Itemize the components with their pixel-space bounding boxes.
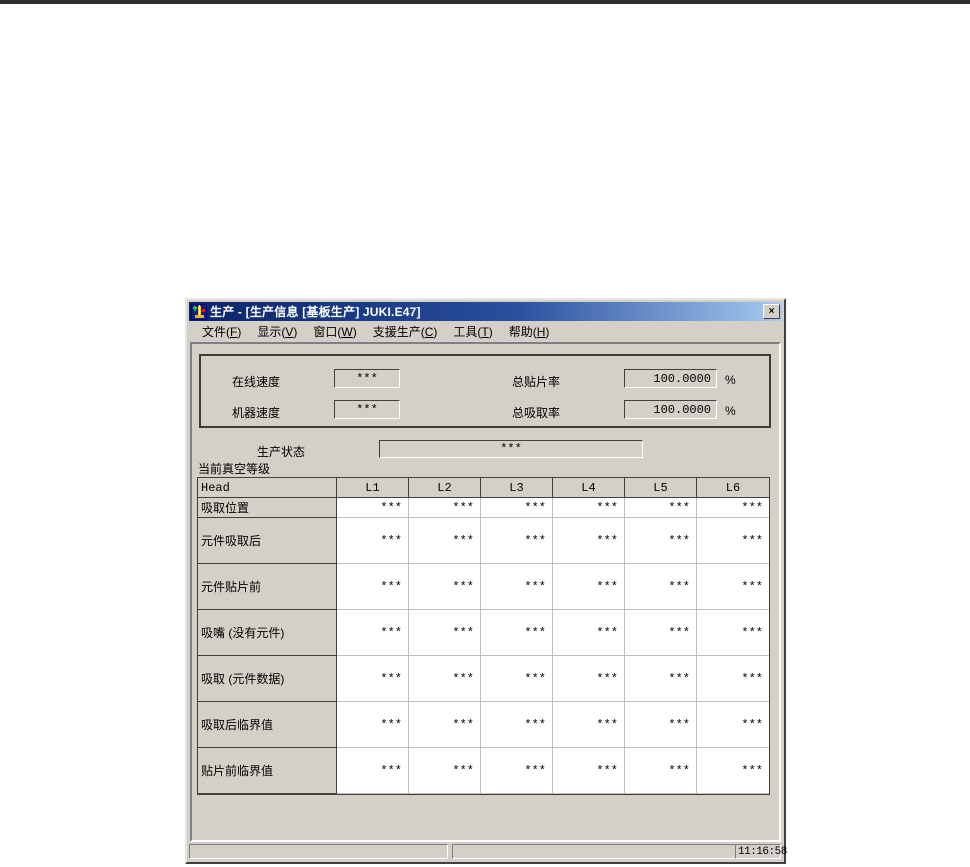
table-row: 元件吸取后 *** *** *** *** *** *** (198, 518, 769, 564)
vacuum-value-cell: *** (409, 748, 481, 794)
machine-speed-field: *** (334, 400, 400, 419)
total-place-rate-unit: % (725, 373, 736, 387)
column-header-l2: L2 (409, 478, 481, 498)
vacuum-value-cell: *** (553, 702, 625, 748)
vacuum-value-cell: *** (553, 610, 625, 656)
production-status-field: *** (379, 440, 643, 458)
total-place-rate-field: 100.0000 (624, 369, 717, 388)
vacuum-level-caption: 当前真空等级 (198, 462, 271, 476)
statusbar: 11:16:58 (189, 843, 787, 860)
vacuum-value-cell: *** (697, 656, 769, 702)
total-place-rate-label: 总贴片率 (512, 375, 561, 389)
vacuum-value-cell: *** (625, 564, 697, 610)
row-label: 元件吸取后 (198, 518, 337, 564)
vacuum-value-cell: *** (481, 564, 553, 610)
vacuum-value-cell: *** (697, 564, 769, 610)
window-title: 生产 - [生产信息 [基板生产] JUKI.E47] (210, 305, 421, 319)
vacuum-value-cell: *** (697, 748, 769, 794)
column-header-l5: L5 (625, 478, 697, 498)
close-button[interactable]: × (763, 304, 780, 319)
vacuum-value-cell: *** (625, 518, 697, 564)
vacuum-value-cell: *** (625, 656, 697, 702)
vacuum-value-cell: *** (553, 748, 625, 794)
vacuum-value-cell: *** (481, 702, 553, 748)
row-label: 元件贴片前 (198, 564, 337, 610)
vacuum-value-cell: *** (625, 748, 697, 794)
client-area: 在线速度 *** 总贴片率 100.0000 % 机器速度 *** 总吸取率 1… (190, 342, 781, 842)
vacuum-value-cell: *** (337, 702, 409, 748)
vacuum-value-cell: *** (481, 498, 553, 518)
vacuum-value-cell: *** (553, 564, 625, 610)
vacuum-value-cell: *** (409, 518, 481, 564)
row-label: 吸取 (元件数据) (198, 656, 337, 702)
menubar: 文件(F) 显示(V) 窗口(W) 支援生产(C) 工具(T) 帮助(H) (189, 322, 782, 341)
vacuum-table: Head L1 L2 L3 L4 L5 L6 吸取位置 *** *** *** *** *** *** 元件… (197, 477, 770, 795)
row-label: 吸取位置 (198, 498, 337, 518)
statusbar-message-panel (189, 844, 448, 859)
menu-item-2[interactable]: 显示(V) (249, 322, 305, 341)
column-header-l3: L3 (481, 478, 553, 498)
table-row: 贴片前临界值 *** *** *** *** *** *** (198, 748, 769, 794)
row-label: 吸嘴 (没有元件) (198, 610, 337, 656)
vacuum-value-cell: *** (697, 702, 769, 748)
vacuum-value-cell: *** (337, 498, 409, 518)
vacuum-value-cell: *** (409, 656, 481, 702)
total-pick-rate-label: 总吸取率 (512, 406, 561, 420)
menu-item-1[interactable]: 文件(F) (194, 322, 249, 341)
vacuum-value-cell: *** (553, 518, 625, 564)
column-header-l6: L6 (697, 478, 769, 498)
table-row: 吸嘴 (没有元件) *** *** *** *** *** *** (198, 610, 769, 656)
vacuum-value-cell: *** (337, 564, 409, 610)
menu-item-6[interactable]: 帮助(H) (501, 322, 558, 341)
statusbar-clock: 11:16:58 (735, 844, 787, 859)
table-row: 吸取位置 *** *** *** *** *** *** (198, 498, 769, 518)
vacuum-value-cell: *** (697, 498, 769, 518)
table-row: 吸取后临界值 *** *** *** *** *** *** (198, 702, 769, 748)
statusbar-progress-panel (452, 844, 739, 859)
vacuum-value-cell: *** (337, 518, 409, 564)
metrics-groupbox: 在线速度 *** 总贴片率 100.0000 % 机器速度 *** 总吸取率 1… (199, 354, 771, 428)
menu-item-3[interactable]: 窗口(W) (305, 322, 364, 341)
vacuum-value-cell: *** (409, 702, 481, 748)
vacuum-value-cell: *** (697, 610, 769, 656)
online-speed-field: *** (334, 369, 400, 388)
row-label: 吸取后临界值 (198, 702, 337, 748)
machine-speed-label: 机器速度 (232, 406, 281, 420)
vacuum-value-cell: *** (697, 518, 769, 564)
vacuum-value-cell: *** (409, 498, 481, 518)
total-pick-rate-unit: % (725, 404, 736, 418)
vacuum-value-cell: *** (481, 656, 553, 702)
vacuum-value-cell: *** (553, 656, 625, 702)
vacuum-value-cell: *** (337, 748, 409, 794)
vacuum-value-cell: *** (481, 518, 553, 564)
vacuum-value-cell: *** (337, 656, 409, 702)
total-pick-rate-field: 100.0000 (624, 400, 717, 419)
vacuum-value-cell: *** (625, 498, 697, 518)
column-header-l1: L1 (337, 478, 409, 498)
vacuum-value-cell: *** (481, 748, 553, 794)
row-label: 贴片前临界值 (198, 748, 337, 794)
vacuum-value-cell: *** (481, 610, 553, 656)
titlebar[interactable]: 生产 - [生产信息 [基板生产] JUKI.E47] × (189, 302, 782, 321)
online-speed-label: 在线速度 (232, 375, 281, 389)
production-status-label: 生产状态 (257, 445, 306, 459)
vacuum-value-cell: *** (409, 564, 481, 610)
vacuum-value-cell: *** (409, 610, 481, 656)
vacuum-value-cell: *** (337, 610, 409, 656)
production-window: 生产 - [生产信息 [基板生产] JUKI.E47] × 文件(F) 显示(V)… (185, 298, 787, 864)
menu-item-4[interactable]: 支援生产(C) (365, 322, 446, 341)
table-row: 吸取 (元件数据) *** *** *** *** *** *** (198, 656, 769, 702)
table-header-row: Head L1 L2 L3 L4 L5 L6 (198, 478, 769, 498)
vacuum-value-cell: *** (625, 610, 697, 656)
vacuum-value-cell: *** (625, 702, 697, 748)
column-header-head: Head (198, 478, 337, 498)
app-icon (191, 303, 207, 320)
column-header-l4: L4 (553, 478, 625, 498)
page-top-rule (0, 0, 970, 4)
vacuum-value-cell: *** (553, 498, 625, 518)
table-row: 元件贴片前 *** *** *** *** *** *** (198, 564, 769, 610)
menu-item-5[interactable]: 工具(T) (445, 322, 500, 341)
